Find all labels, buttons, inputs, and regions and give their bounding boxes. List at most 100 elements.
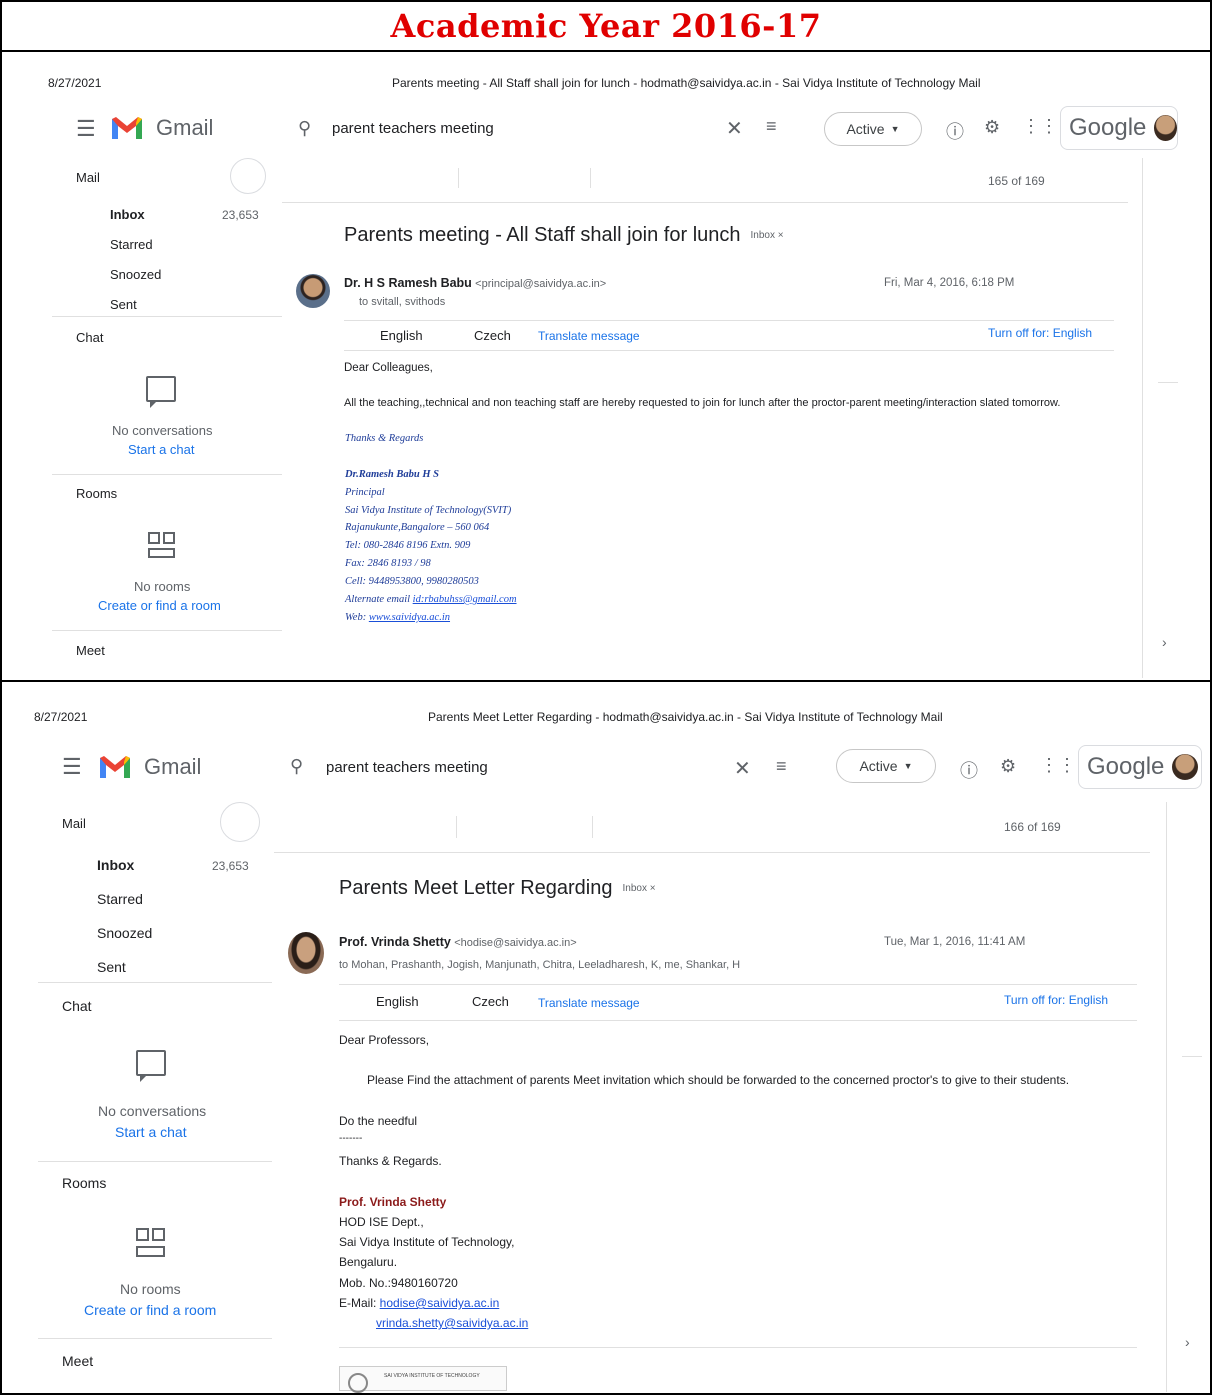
start-chat-link[interactable]: Start a chat [128, 442, 194, 457]
sender-line: Dr. H S Ramesh Babu <principal@saividya.… [344, 276, 606, 290]
sig-web-label: Web: [345, 612, 369, 623]
create-room-link[interactable]: Create or find a room [84, 1302, 216, 1318]
sig-city: Bengaluru. [339, 1255, 398, 1269]
gmail-logo[interactable]: Gmail [98, 754, 201, 780]
alt-email-link[interactable]: id:rbabuhss@gmail.com [413, 594, 517, 605]
status-dropdown[interactable]: Active ▼ [824, 112, 922, 146]
chat-section-label: Chat [62, 998, 92, 1014]
chevron-right-icon[interactable]: › [1162, 634, 1167, 650]
settings-gear-icon[interactable]: ⚙ [1000, 756, 1016, 777]
inbox-label-badge[interactable]: Inbox × [623, 883, 656, 894]
print-date: 8/27/2021 [48, 76, 102, 90]
google-wordmark: Google [1069, 114, 1147, 141]
apps-grid-icon[interactable]: ⋮⋮ [1022, 116, 1058, 137]
settings-gear-icon[interactable]: ⚙ [984, 117, 1000, 138]
sig-address: Rajanukunte,Bangalore – 560 064 [345, 522, 490, 533]
language-from[interactable]: English [376, 994, 419, 1009]
search-options-icon[interactable]: ≡ [776, 756, 787, 777]
account-box[interactable]: Google [1078, 745, 1202, 789]
translate-message-link[interactable]: Translate message [538, 996, 640, 1010]
sender-name[interactable]: Prof. Vrinda Shetty [339, 935, 451, 949]
create-room-link[interactable]: Create or find a room [98, 598, 221, 613]
academic-year-title: Academic Year 2016-17 [390, 7, 822, 45]
sender-name[interactable]: Dr. H S Ramesh Babu [344, 276, 472, 290]
apps-grid-icon[interactable]: ⋮⋮ [1040, 755, 1076, 776]
sidebar-divider [38, 982, 272, 983]
sidebar-item-inbox[interactable]: Inbox [97, 857, 134, 873]
turn-off-translation-link[interactable]: Turn off for: English [988, 326, 1092, 340]
language-to[interactable]: Czech [472, 994, 509, 1009]
recipients-line[interactable]: to Mohan, Prashanth, Jogish, Manjunath, … [339, 959, 740, 971]
sig-dept: HOD ISE Dept., [339, 1215, 424, 1229]
sidebar-item-starred[interactable]: Starred [110, 237, 153, 252]
meet-section-label: Meet [76, 643, 105, 658]
header-banner: Academic Year 2016-17 [0, 0, 1212, 52]
gmail-logo[interactable]: Gmail [110, 115, 213, 141]
status-dropdown[interactable]: Active ▼ [836, 749, 936, 783]
email-link-1[interactable]: hodise@saividya.ac.in [380, 1296, 500, 1310]
language-from[interactable]: English [380, 328, 423, 343]
sidebar-item-inbox[interactable]: Inbox [110, 207, 145, 222]
main-menu-icon[interactable]: ☰ [76, 116, 96, 142]
attachment-thumbnail[interactable]: SAI VIDYA INSTITUTE OF TECHNOLOGY [339, 1366, 507, 1393]
sidebar-divider [52, 316, 282, 317]
account-box[interactable]: Google [1060, 106, 1178, 150]
toolbar-separator [456, 816, 457, 838]
search-icon[interactable]: ⚲ [290, 756, 303, 777]
sidebar-item-sent[interactable]: Sent [110, 297, 137, 312]
meet-section-label: Meet [62, 1353, 94, 1369]
no-conversations-text: No conversations [98, 1103, 207, 1119]
toolbar-divider [274, 852, 1150, 853]
sig-alt-email-label: Alternate email [345, 594, 413, 605]
chevron-down-icon: ▼ [890, 124, 900, 134]
main-menu-icon[interactable]: ☰ [62, 754, 82, 780]
search-icon[interactable]: ⚲ [298, 118, 311, 139]
sig-regards: Thanks & Regards [345, 433, 424, 444]
email-link-2[interactable]: vrinda.shetty@saividya.ac.in [376, 1316, 528, 1330]
compose-circle-button[interactable] [220, 802, 260, 842]
compose-circle-button[interactable] [230, 158, 266, 194]
rooms-section-label: Rooms [62, 1175, 107, 1191]
sidebar-item-snoozed[interactable]: Snoozed [97, 925, 152, 941]
search-options-icon[interactable]: ≡ [766, 116, 777, 137]
chat-bubble-icon [136, 1050, 166, 1082]
screenshot-1: 8/27/2021 Parents meeting - All Staff sh… [2, 52, 1210, 680]
sidebar-divider [38, 1161, 272, 1162]
right-panel-border [1166, 802, 1167, 1392]
attachments-divider [339, 1347, 1137, 1348]
no-rooms-text: No rooms [134, 579, 191, 594]
help-icon[interactable]: ⓘ [960, 757, 978, 783]
account-avatar [1172, 754, 1199, 780]
search-input[interactable]: parent teachers meeting [326, 759, 488, 776]
sidebar-item-snoozed[interactable]: Snoozed [110, 267, 161, 282]
language-to[interactable]: Czech [474, 328, 511, 343]
translate-message-link[interactable]: Translate message [538, 329, 640, 343]
chevron-right-icon[interactable]: › [1185, 1334, 1190, 1350]
rooms-section-label: Rooms [76, 486, 118, 501]
google-wordmark: Google [1087, 753, 1165, 780]
screenshot-2: 8/27/2021 Parents Meet Letter Regarding … [2, 682, 1210, 1393]
sidebar-item-sent[interactable]: Sent [97, 959, 126, 975]
clear-search-icon[interactable]: ✕ [734, 756, 751, 781]
search-input[interactable]: parent teachers meeting [332, 120, 494, 137]
chevron-down-icon: ▼ [903, 761, 913, 771]
gmail-wordmark: Gmail [144, 754, 202, 779]
web-link[interactable]: www.saividya.ac.in [369, 612, 450, 623]
start-chat-link[interactable]: Start a chat [115, 1124, 187, 1140]
gmail-wordmark: Gmail [156, 115, 214, 140]
print-title: Parents Meet Letter Regarding - hodmath@… [428, 710, 943, 724]
sig-email-2: vrinda.shetty@saividya.ac.in [376, 1316, 528, 1330]
sidebar-item-starred[interactable]: Starred [97, 891, 143, 907]
clear-search-icon[interactable]: ✕ [726, 116, 743, 141]
turn-off-translation-link[interactable]: Turn off for: English [1004, 993, 1108, 1007]
sig-name: Prof. Vrinda Shetty [339, 1195, 447, 1209]
sender-avatar [296, 274, 330, 308]
help-icon[interactable]: ⓘ [946, 118, 964, 144]
email-body: All the teaching,,technical and non teac… [344, 397, 1061, 409]
sig-mobile: Mob. No.:9480160720 [339, 1276, 458, 1290]
inbox-label-badge[interactable]: Inbox × [751, 230, 784, 241]
sidebar-divider [38, 1338, 272, 1339]
recipients-line[interactable]: to svitall, svithods [359, 296, 445, 308]
sig-role: Principal [345, 487, 385, 498]
gmail-m-icon [100, 756, 130, 778]
